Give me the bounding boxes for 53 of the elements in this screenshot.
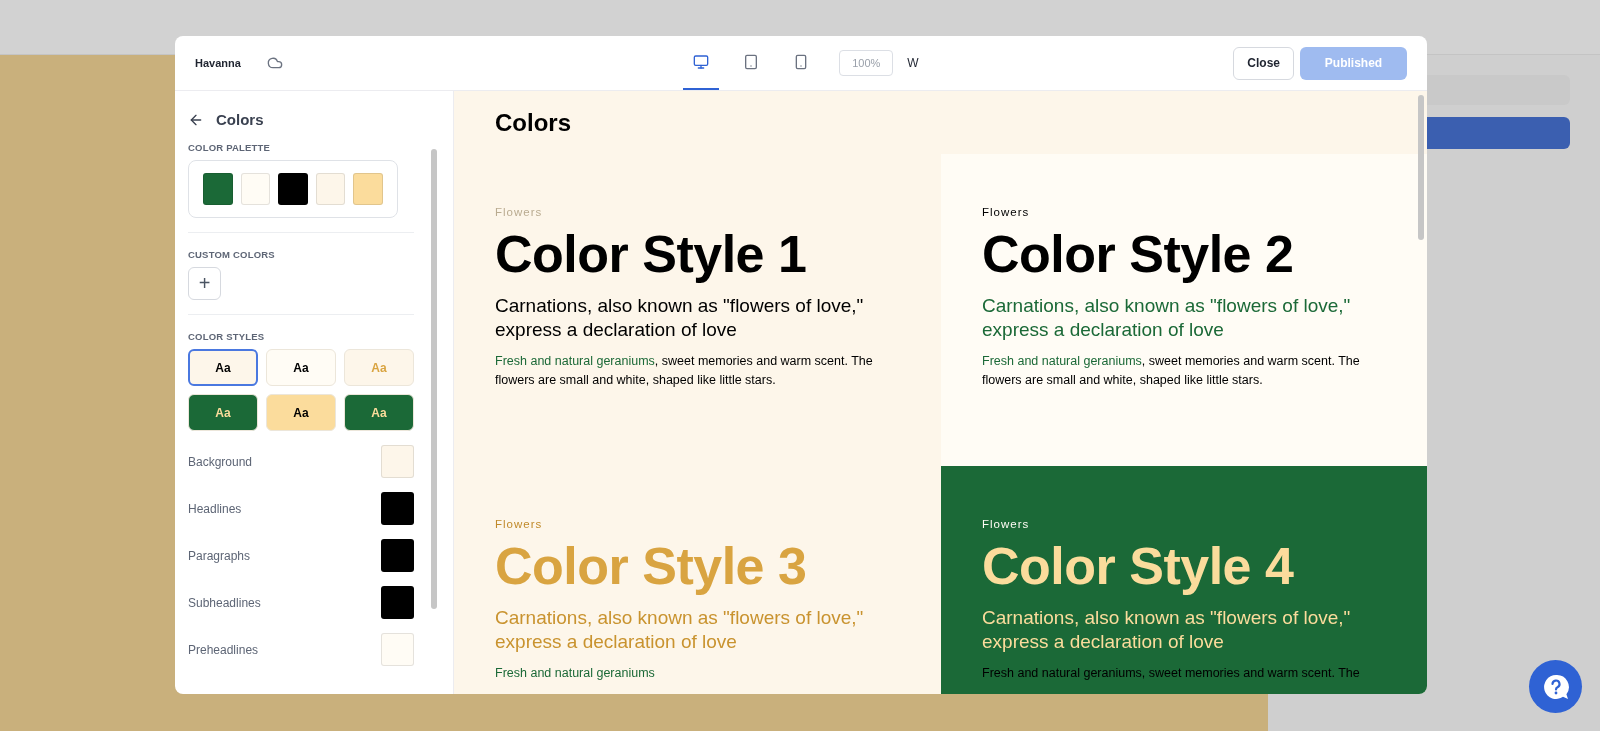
- color-swatch[interactable]: [381, 586, 414, 619]
- subheadline: Carnations, also known as "flowers of love," express a declaration of love: [982, 606, 1352, 654]
- color-role-label: Background: [188, 454, 253, 469]
- color-swatch[interactable]: [353, 173, 383, 205]
- paragraph: Fresh and natural geraniums, sweet memories and warm scent. The flowers are small and white, shaped like little stars.: [982, 353, 1361, 389]
- preheadline: Flowers: [982, 206, 1030, 220]
- text-link[interactable]: Fresh and natural geraniums: [495, 354, 655, 368]
- paragraph: Fresh and natural geraniums, sweet memories and warm scent. The: [982, 665, 1361, 682]
- text-link[interactable]: Fresh and natural geraniums: [495, 666, 655, 680]
- preheadline: Flowers: [982, 518, 1030, 532]
- color-role-label: Preheadlines: [188, 642, 259, 657]
- scrollbar[interactable]: [431, 149, 437, 609]
- zoom-field[interactable]: 100%: [839, 50, 894, 76]
- color-swatch[interactable]: [381, 492, 414, 525]
- color-role-label: Subheadlines: [188, 595, 261, 610]
- section-heading: CUSTOM COLORS: [188, 249, 276, 260]
- color-swatch[interactable]: [381, 633, 414, 666]
- headline: Color Style 3: [495, 536, 808, 596]
- section-heading: COLOR STYLES: [188, 331, 266, 342]
- color-role-label: Paragraphs: [188, 548, 251, 563]
- section-heading: COLOR PALETTE: [188, 142, 272, 153]
- color-style-option[interactable]: Aa: [266, 394, 336, 431]
- headline: Color Style 2: [982, 224, 1295, 284]
- paragraph: Fresh and natural geraniums, sweet memories and warm scent. The flowers are small and white, shaped like little stars.: [495, 353, 874, 389]
- add-color-button[interactable]: +: [188, 267, 221, 300]
- subheadline: Carnations, also known as "flowers of love," express a declaration of love: [495, 606, 865, 654]
- color-style-option[interactable]: Aa: [344, 394, 414, 431]
- color-swatch[interactable]: [315, 173, 346, 205]
- close-button[interactable]: Close: [1233, 46, 1294, 80]
- project-title: Havanna: [195, 57, 241, 69]
- cloud-icon: [266, 55, 283, 71]
- scrollbar[interactable]: [1418, 95, 1424, 240]
- preheadline: Flowers: [495, 206, 543, 220]
- color-role-label: Headlines: [188, 501, 242, 516]
- color-swatch[interactable]: [278, 173, 308, 205]
- subheadline: Carnations, also known as "flowers of love," express a declaration of love: [495, 294, 865, 342]
- color-style-option[interactable]: Aa: [188, 349, 258, 386]
- color-style-option[interactable]: Aa: [266, 349, 336, 386]
- color-swatch[interactable]: [381, 445, 414, 478]
- headline: Color Style 1: [495, 224, 808, 284]
- color-swatch[interactable]: [203, 173, 233, 205]
- color-swatch[interactable]: [240, 173, 271, 205]
- headline: Color Style 4: [982, 536, 1295, 596]
- panel-title: Colors: [216, 111, 264, 128]
- subheadline: Carnations, also known as "flowers of love," express a declaration of love: [982, 294, 1352, 342]
- tablet-icon: [743, 54, 760, 70]
- preview-title: Colors: [494, 107, 572, 138]
- color-swatch[interactable]: [381, 539, 414, 572]
- color-style-option[interactable]: Aa: [188, 394, 258, 431]
- width-label: W: [907, 56, 919, 70]
- preheadline: Flowers: [495, 518, 543, 532]
- text-link[interactable]: Fresh and natural geraniums: [982, 354, 1142, 368]
- desktop-icon: [693, 54, 710, 70]
